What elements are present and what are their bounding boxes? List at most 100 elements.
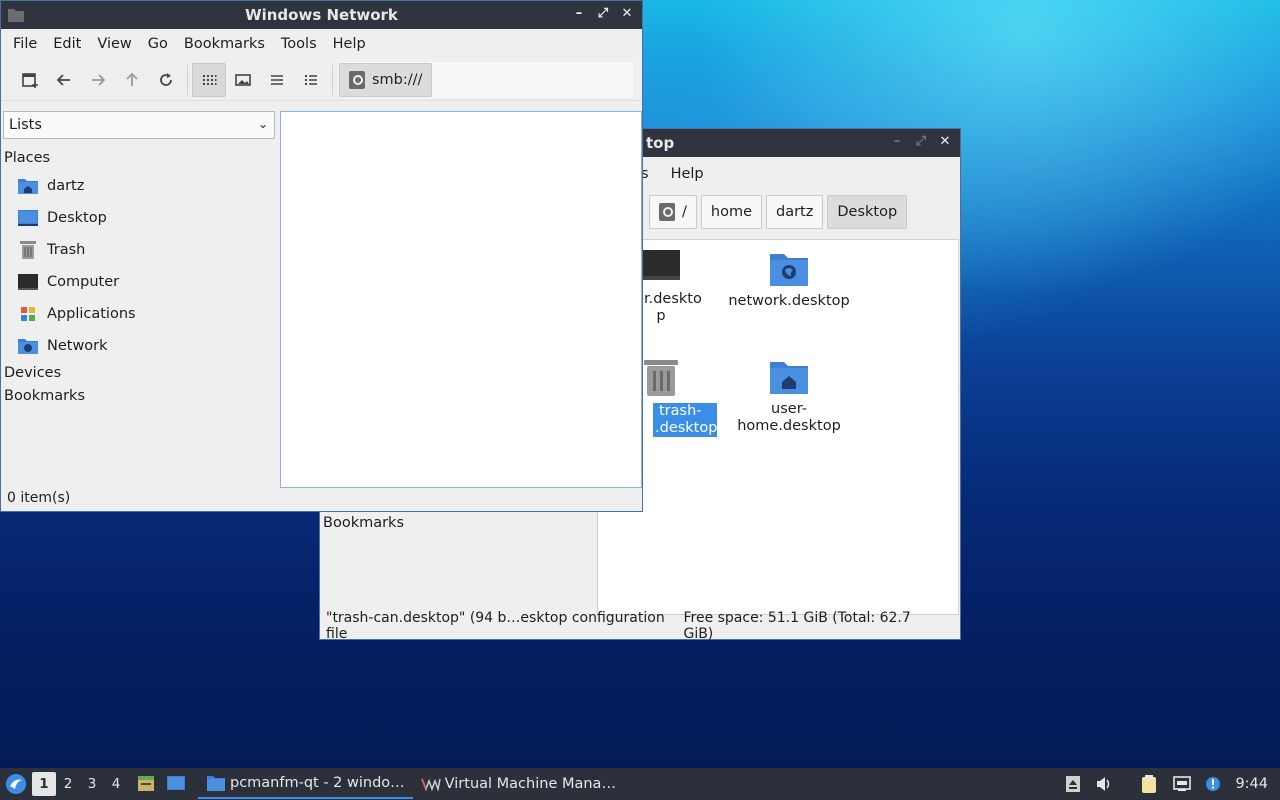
file-view[interactable] [280, 111, 642, 488]
sidebar-places-heading[interactable]: Places [4, 150, 50, 166]
file-view[interactable]: uter.deskto p network.desktop trash- .de… [597, 239, 959, 615]
window-title: Windows Network [245, 6, 398, 24]
virt-manager-icon [420, 778, 441, 791]
task-virt-manager[interactable]: Virtual Machine Mana… [413, 769, 624, 799]
status-selection: "trash-can.desktop" (94 b…esktop configu… [326, 610, 665, 642]
thumbnail-view-button[interactable] [226, 63, 260, 97]
home-folder-icon [770, 362, 808, 394]
drive-icon [659, 203, 675, 221]
clipboard-icon[interactable] [1139, 774, 1159, 794]
back-button[interactable] [47, 63, 81, 97]
workspace-2[interactable]: 2 [56, 772, 80, 796]
sidebar-item-trash[interactable]: Trash [17, 237, 85, 263]
clock[interactable]: 9:44 [1235, 776, 1268, 792]
menu-help[interactable]: Help [325, 36, 374, 52]
minimize-button[interactable]: – [572, 6, 586, 22]
minimize-button[interactable]: – [890, 134, 904, 150]
list-compact-icon [271, 74, 283, 85]
workspace-3[interactable]: 3 [80, 772, 104, 796]
maximize-button[interactable]: ⤢ [596, 6, 610, 22]
breadcrumb-desktop[interactable]: Desktop [827, 195, 908, 229]
task-pcmanfm[interactable]: pcmanfm-qt - 2 windo… [198, 769, 413, 799]
status-item-count: 0 item(s) [7, 490, 71, 506]
file-manager-window-network[interactable]: Windows Network – ⤢ ✕ File Edit View Go … [0, 0, 643, 512]
trash-icon [644, 360, 678, 396]
computer-icon [17, 272, 39, 292]
new-tab-button[interactable] [13, 63, 47, 97]
menu-help[interactable]: Help [657, 166, 712, 182]
eject-icon[interactable] [1065, 775, 1081, 793]
compact-view-button[interactable] [260, 63, 294, 97]
sidebar-item-network[interactable]: Network [17, 333, 108, 359]
file-item-user-home[interactable]: user- home.desktop [724, 356, 854, 435]
home-folder-icon [17, 176, 39, 196]
window-controls: – ⤢ ✕ [572, 6, 634, 22]
network-drive-icon [349, 70, 365, 89]
quicklaunch-file-manager[interactable] [136, 773, 158, 795]
workspace-1[interactable]: 1 [32, 772, 56, 796]
titlebar[interactable]: Windows Network – ⤢ ✕ [1, 1, 642, 29]
menu-view[interactable]: View [89, 36, 139, 52]
sidebar-bookmarks-heading[interactable]: Bookmarks [323, 515, 404, 531]
quicklaunch-show-desktop[interactable] [166, 773, 188, 795]
forward-button[interactable] [81, 63, 115, 97]
arrow-up-icon [126, 72, 138, 86]
computer-icon [642, 250, 680, 280]
network-icon [17, 336, 39, 356]
statusbar: 0 item(s) [1, 487, 642, 509]
workspace-4[interactable]: 4 [104, 772, 128, 796]
notification-icon[interactable] [1205, 776, 1221, 792]
network-folder-icon [770, 254, 808, 286]
menu-tools[interactable]: Tools [273, 36, 325, 52]
maximize-button[interactable]: ⤢ [914, 134, 928, 150]
reload-button[interactable] [149, 63, 183, 97]
network-status-icon[interactable] [1173, 776, 1192, 792]
desktop-icon [167, 776, 185, 790]
lubuntu-logo-icon [6, 774, 26, 794]
detailed-view-button[interactable] [294, 63, 328, 97]
menubar: s Help [638, 159, 712, 189]
grid-icon [203, 74, 217, 85]
close-button[interactable]: ✕ [620, 6, 634, 22]
sidebar-item-applications[interactable]: Applications [17, 301, 136, 327]
trash-icon [17, 240, 39, 260]
close-button[interactable]: ✕ [938, 134, 952, 150]
window-controls: – ⤢ ✕ [890, 134, 952, 150]
location-crumb[interactable]: smb:/// [339, 62, 433, 97]
breadcrumb: / home dartz Desktop [649, 195, 908, 229]
file-label: user- home.desktop [737, 401, 841, 434]
sidebar-devices-heading[interactable]: Devices [4, 365, 61, 381]
icon-view-button[interactable] [192, 62, 226, 97]
menu-file[interactable]: File [5, 36, 45, 52]
sidebar-item-dartz[interactable]: dartz [17, 173, 84, 199]
menu-edit[interactable]: Edit [45, 36, 89, 52]
sidebar-mode-select[interactable]: Lists ⌄ [3, 111, 275, 139]
toolbar-separator [332, 64, 333, 95]
breadcrumb-home[interactable]: home [700, 195, 762, 229]
toolbar: smb:/// [1, 59, 642, 101]
status-free-space: Free space: 51.1 GiB (Total: 62.7 GiB) [683, 610, 911, 642]
chevron-down-icon: ⌄ [257, 117, 268, 131]
toolbar-separator [187, 64, 188, 95]
image-icon [235, 73, 251, 86]
new-tab-icon [22, 72, 38, 88]
breadcrumb-dartz[interactable]: dartz [766, 195, 824, 229]
menubar: File Edit View Go Bookmarks Tools Help [1, 29, 642, 59]
volume-icon[interactable] [1095, 776, 1113, 792]
sidebar-item-desktop[interactable]: Desktop [17, 205, 107, 231]
start-menu-button[interactable] [0, 768, 32, 800]
menu-bookmarks[interactable]: Bookmarks [176, 36, 273, 52]
applications-icon [17, 304, 39, 324]
menu-go[interactable]: Go [140, 36, 176, 52]
location-bar[interactable]: smb:/// [339, 61, 633, 98]
list-detail-icon [305, 74, 317, 85]
arrow-left-icon [56, 73, 70, 86]
file-item-network[interactable]: network.desktop [724, 248, 854, 310]
sidebar-bookmarks-heading[interactable]: Bookmarks [4, 388, 85, 404]
window-title: top [646, 134, 675, 152]
sidebar-item-computer[interactable]: Computer [17, 269, 119, 295]
up-button[interactable] [115, 63, 149, 97]
statusbar: "trash-can.desktop" (94 b…esktop configu… [320, 610, 960, 642]
arrow-right-icon [92, 73, 106, 86]
breadcrumb-root[interactable]: / [649, 195, 697, 229]
